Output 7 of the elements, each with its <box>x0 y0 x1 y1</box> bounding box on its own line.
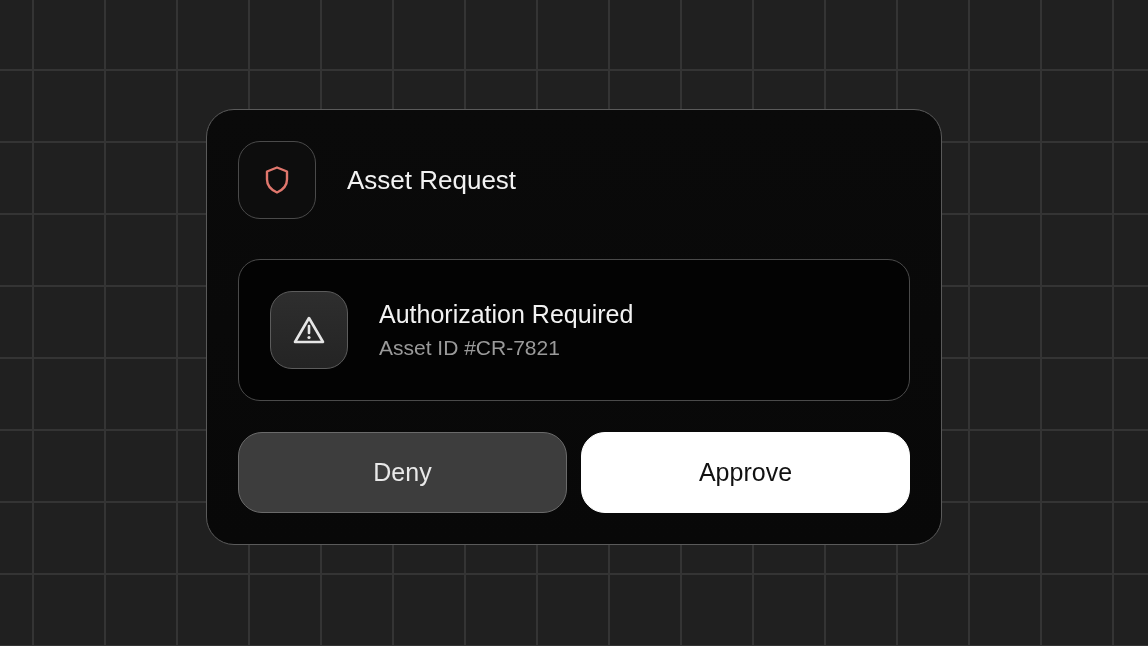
approve-button[interactable]: Approve <box>581 432 910 513</box>
warning-icon <box>293 316 325 344</box>
asset-id: Asset ID #CR-7821 <box>379 335 561 361</box>
deny-button[interactable]: Deny <box>238 432 567 513</box>
card-title: Asset Request <box>347 164 517 196</box>
alert-title: Authorization Required <box>379 299 634 330</box>
shield-icon <box>265 166 289 194</box>
